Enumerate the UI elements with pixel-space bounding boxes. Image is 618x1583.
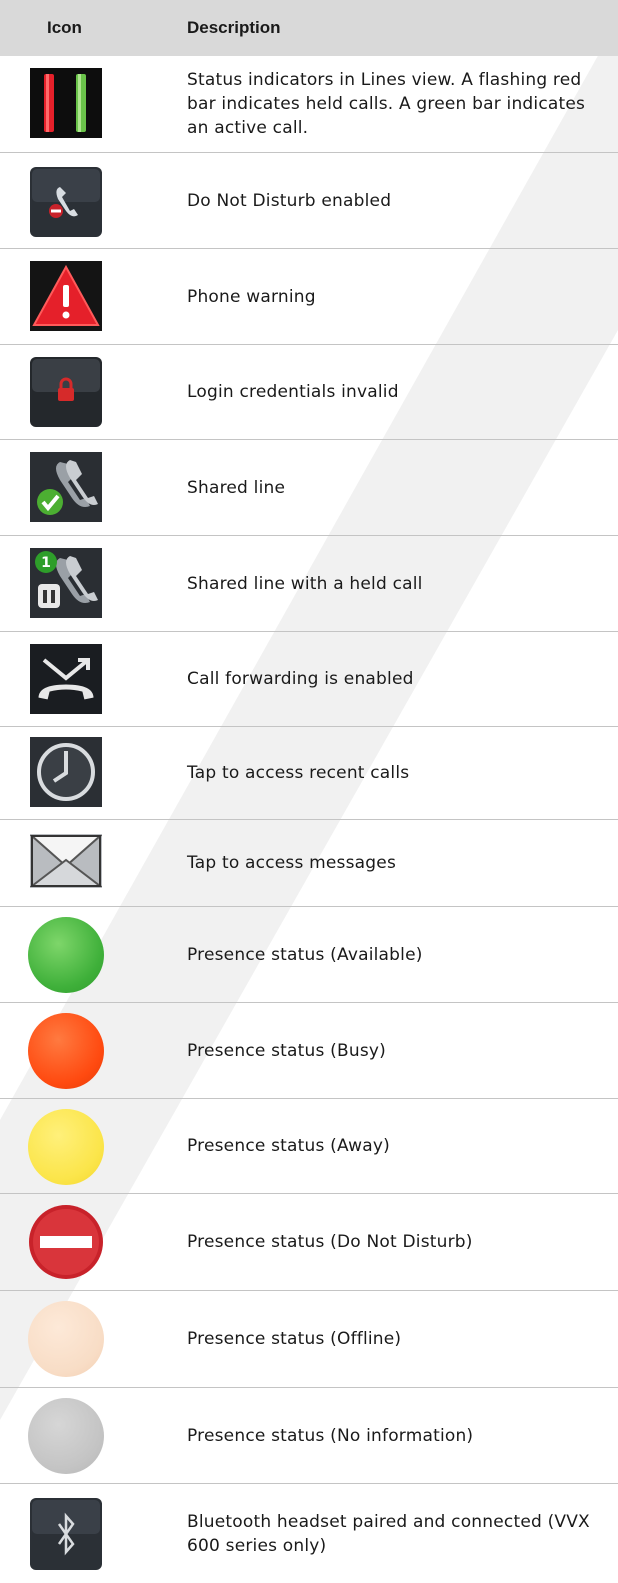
- presence-offline-icon: [28, 1301, 104, 1377]
- table-row: Tap to access messages: [0, 820, 618, 907]
- shared-line-icon: [30, 452, 102, 522]
- table-row: Bluetooth headset paired and connected (…: [0, 1484, 618, 1583]
- row-description: Tap to access messages: [187, 853, 396, 873]
- table-row: Presence status (Offline): [0, 1291, 618, 1388]
- table-row: Presence status (Available): [0, 907, 618, 1003]
- envelope-icon: [30, 834, 102, 888]
- clock-icon: [30, 737, 102, 807]
- bluetooth-icon: [30, 1498, 102, 1570]
- row-description: Shared line: [187, 477, 286, 498]
- table-row: Login credentials invalid: [0, 345, 618, 440]
- icon-column-header: Icon: [47, 18, 82, 37]
- table-row: Presence status (Busy): [0, 1003, 618, 1099]
- table-row: Tap to access recent calls: [0, 727, 618, 820]
- row-description: Tap to access recent calls: [187, 763, 410, 783]
- description-column-header: Description: [187, 18, 281, 37]
- row-description: Call forwarding is enabled: [187, 669, 414, 689]
- row-description: Bluetooth headset paired and connected (…: [187, 1511, 590, 1556]
- row-description: Login credentials invalid: [187, 382, 399, 402]
- table-row: Do Not Disturb enabled: [0, 153, 618, 249]
- table-row: Presence status (No information): [0, 1388, 618, 1484]
- shared-line-held-icon: 1: [30, 548, 102, 618]
- row-description: Shared line with a held call: [187, 573, 423, 594]
- table-row: Call forwarding is enabled: [0, 632, 618, 727]
- status-bars-icon: [30, 68, 102, 138]
- call-forward-icon: [30, 644, 102, 714]
- row-description: Presence status (Away): [187, 1136, 390, 1156]
- table-row: Presence status (Away): [0, 1099, 618, 1194]
- row-description: Presence status (No information): [187, 1425, 474, 1446]
- lock-icon: [30, 357, 102, 427]
- row-description: Presence status (Offline): [187, 1329, 402, 1349]
- presence-available-icon: [28, 917, 104, 993]
- svg-text:1: 1: [41, 555, 51, 571]
- table-header: Icon Description: [0, 0, 618, 56]
- row-description: Status indicators in Lines view. A flash…: [187, 70, 586, 138]
- row-description: Do Not Disturb enabled: [187, 190, 392, 211]
- table-row: Shared line: [0, 440, 618, 536]
- presence-busy-icon: [28, 1013, 104, 1089]
- presence-dnd-icon: [28, 1204, 104, 1280]
- row-description: Presence status (Available): [187, 944, 423, 965]
- icon-table: Icon Description Status indicators in Li…: [0, 0, 618, 1583]
- row-description: Presence status (Do Not Disturb): [187, 1232, 473, 1252]
- row-description: Presence status (Busy): [187, 1040, 386, 1061]
- table-row: Phone warning: [0, 249, 618, 345]
- presence-away-icon: [28, 1109, 104, 1185]
- table-row: Status indicators in Lines view. A flash…: [0, 56, 618, 153]
- presence-no-info-icon: [28, 1398, 104, 1474]
- table-row: Presence status (Do Not Disturb): [0, 1194, 618, 1291]
- do-not-disturb-handset-icon: [30, 167, 102, 237]
- warning-triangle-icon: [30, 261, 102, 331]
- row-description: Phone warning: [187, 286, 316, 307]
- table-row: 1 Shared line with a held call: [0, 536, 618, 632]
